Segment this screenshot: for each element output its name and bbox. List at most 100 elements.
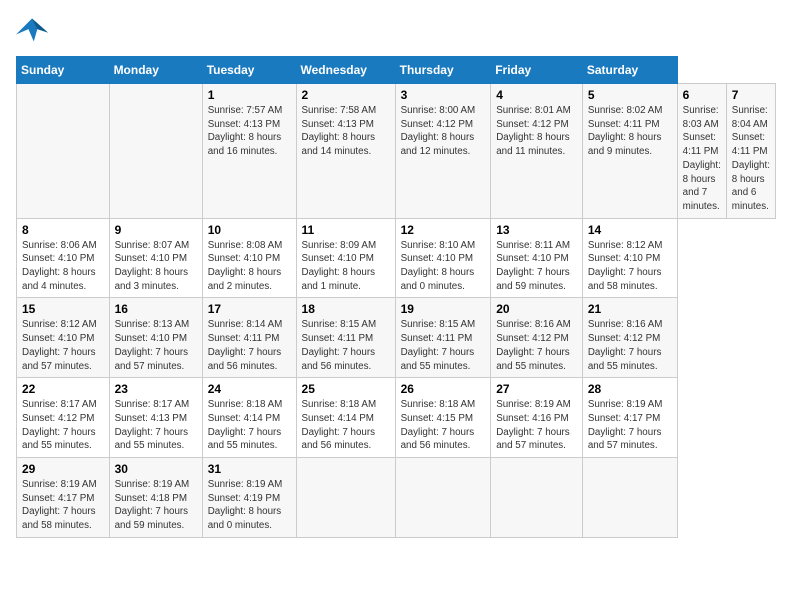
day-info: Sunrise: 8:09 AMSunset: 4:10 PMDaylight:… [302,239,390,294]
day-number: 25 [302,382,390,396]
calendar-cell [491,458,583,538]
day-number: 21 [588,302,672,316]
calendar-cell: 3 Sunrise: 8:00 AMSunset: 4:12 PMDaylight… [395,84,491,219]
day-info: Sunrise: 8:18 AMSunset: 4:15 PMDaylight:… [401,398,486,453]
calendar-cell [109,84,202,219]
calendar-cell: 30 Sunrise: 8:19 AMSunset: 4:18 PMDayligh… [109,458,202,538]
calendar-cell: 19 Sunrise: 8:15 AMSunset: 4:11 PMDayligh… [395,298,491,378]
calendar-table: SundayMondayTuesdayWednesdayThursdayFrid… [16,56,776,538]
calendar-cell: 17Sunrise: 8:14 AMSunset: 4:11 PMDayligh… [202,298,296,378]
day-number: 13 [496,223,577,237]
day-number: 2 [302,88,390,102]
calendar-cell: 22 Sunrise: 8:17 AMSunset: 4:12 PMDayligh… [17,378,110,458]
calendar-cell: 11 Sunrise: 8:09 AMSunset: 4:10 PMDayligh… [296,218,395,298]
day-info: Sunrise: 8:02 AMSunset: 4:11 PMDaylight:… [588,104,672,159]
day-info: Sunrise: 8:01 AMSunset: 4:12 PMDaylight:… [496,104,577,159]
weekday-header-wednesday: Wednesday [296,57,395,84]
calendar-cell [296,458,395,538]
calendar-cell: 21 Sunrise: 8:16 AMSunset: 4:12 PMDayligh… [582,298,677,378]
day-number: 18 [302,302,390,316]
weekday-header-friday: Friday [491,57,583,84]
calendar-cell: 26 Sunrise: 8:18 AMSunset: 4:15 PMDayligh… [395,378,491,458]
logo [16,16,52,44]
day-number: 29 [22,462,104,476]
day-info: Sunrise: 8:18 AMSunset: 4:14 PMDaylight:… [302,398,390,453]
day-number: 27 [496,382,577,396]
calendar-cell: 28 Sunrise: 8:19 AMSunset: 4:17 PMDayligh… [582,378,677,458]
calendar-week-row: 22 Sunrise: 8:17 AMSunset: 4:12 PMDayligh… [17,378,776,458]
day-number: 15 [22,302,104,316]
weekday-header-saturday: Saturday [582,57,677,84]
day-number: 20 [496,302,577,316]
day-info: Sunrise: 8:13 AMSunset: 4:10 PMDaylight:… [115,318,197,373]
calendar-cell: 13 Sunrise: 8:11 AMSunset: 4:10 PMDayligh… [491,218,583,298]
day-number: 31 [208,462,291,476]
day-info: Sunrise: 8:16 AMSunset: 4:12 PMDaylight:… [588,318,672,373]
day-number: 8 [22,223,104,237]
day-info: Sunrise: 8:11 AMSunset: 4:10 PMDaylight:… [496,239,577,294]
calendar-cell: 7Sunrise: 8:04 AMSunset: 4:11 PMDaylight… [726,84,775,219]
calendar-cell: 25 Sunrise: 8:18 AMSunset: 4:14 PMDayligh… [296,378,395,458]
calendar-cell: 6 Sunrise: 8:03 AMSunset: 4:11 PMDaylight… [677,84,726,219]
day-number: 9 [115,223,197,237]
day-number: 11 [302,223,390,237]
calendar-cell: 8Sunrise: 8:06 AMSunset: 4:10 PMDaylight… [17,218,110,298]
calendar-cell: 14 Sunrise: 8:12 AMSunset: 4:10 PMDayligh… [582,218,677,298]
calendar-cell [582,458,677,538]
day-number: 30 [115,462,197,476]
calendar-cell: 18 Sunrise: 8:15 AMSunset: 4:11 PMDayligh… [296,298,395,378]
calendar-cell: 15 Sunrise: 8:12 AMSunset: 4:10 PMDayligh… [17,298,110,378]
calendar-week-row: 8Sunrise: 8:06 AMSunset: 4:10 PMDaylight… [17,218,776,298]
day-info: Sunrise: 8:07 AMSunset: 4:10 PMDaylight:… [115,239,197,294]
day-number: 23 [115,382,197,396]
day-info: Sunrise: 8:12 AMSunset: 4:10 PMDaylight:… [22,318,104,373]
day-number: 26 [401,382,486,396]
day-number: 1 [208,88,291,102]
day-info: Sunrise: 8:12 AMSunset: 4:10 PMDaylight:… [588,239,672,294]
calendar-cell: 27Sunrise: 8:19 AMSunset: 4:16 PMDayligh… [491,378,583,458]
day-info: Sunrise: 7:58 AMSunset: 4:13 PMDaylight:… [302,104,390,159]
day-info: Sunrise: 8:19 AMSunset: 4:17 PMDaylight:… [22,478,104,533]
day-number: 16 [115,302,197,316]
day-info: Sunrise: 8:10 AMSunset: 4:10 PMDaylight:… [401,239,486,294]
day-number: 3 [401,88,486,102]
day-info: Sunrise: 8:17 AMSunset: 4:13 PMDaylight:… [115,398,197,453]
day-number: 5 [588,88,672,102]
day-info: Sunrise: 8:17 AMSunset: 4:12 PMDaylight:… [22,398,104,453]
logo-icon [16,16,48,44]
day-number: 10 [208,223,291,237]
calendar-cell: 9 Sunrise: 8:07 AMSunset: 4:10 PMDaylight… [109,218,202,298]
day-number: 6 [683,88,721,102]
calendar-cell [395,458,491,538]
calendar-week-row: 1Sunrise: 7:57 AMSunset: 4:13 PMDaylight… [17,84,776,219]
weekday-header-thursday: Thursday [395,57,491,84]
day-number: 14 [588,223,672,237]
calendar-cell: 1Sunrise: 7:57 AMSunset: 4:13 PMDaylight… [202,84,296,219]
day-info: Sunrise: 8:16 AMSunset: 4:12 PMDaylight:… [496,318,577,373]
weekday-header-tuesday: Tuesday [202,57,296,84]
day-info: Sunrise: 8:14 AMSunset: 4:11 PMDaylight:… [208,318,291,373]
day-number: 19 [401,302,486,316]
day-info: Sunrise: 8:08 AMSunset: 4:10 PMDaylight:… [208,239,291,294]
day-number: 7 [732,88,770,102]
calendar-cell: 2 Sunrise: 7:58 AMSunset: 4:13 PMDaylight… [296,84,395,219]
day-info: Sunrise: 8:15 AMSunset: 4:11 PMDaylight:… [302,318,390,373]
page-header [16,16,776,44]
calendar-cell: 16 Sunrise: 8:13 AMSunset: 4:10 PMDayligh… [109,298,202,378]
calendar-cell [17,84,110,219]
day-number: 24 [208,382,291,396]
weekday-header-monday: Monday [109,57,202,84]
day-info: Sunrise: 8:03 AMSunset: 4:11 PMDaylight:… [683,104,721,214]
day-info: Sunrise: 8:19 AMSunset: 4:17 PMDaylight:… [588,398,672,453]
day-info: Sunrise: 8:19 AMSunset: 4:19 PMDaylight:… [208,478,291,533]
day-info: Sunrise: 8:19 AMSunset: 4:18 PMDaylight:… [115,478,197,533]
calendar-week-row: 29 Sunrise: 8:19 AMSunset: 4:17 PMDayligh… [17,458,776,538]
day-number: 22 [22,382,104,396]
calendar-cell: 24Sunrise: 8:18 AMSunset: 4:14 PMDayligh… [202,378,296,458]
day-info: Sunrise: 8:15 AMSunset: 4:11 PMDaylight:… [401,318,486,373]
day-info: Sunrise: 8:00 AMSunset: 4:12 PMDaylight:… [401,104,486,159]
day-number: 12 [401,223,486,237]
day-number: 28 [588,382,672,396]
calendar-cell: 5 Sunrise: 8:02 AMSunset: 4:11 PMDaylight… [582,84,677,219]
weekday-header-sunday: Sunday [17,57,110,84]
